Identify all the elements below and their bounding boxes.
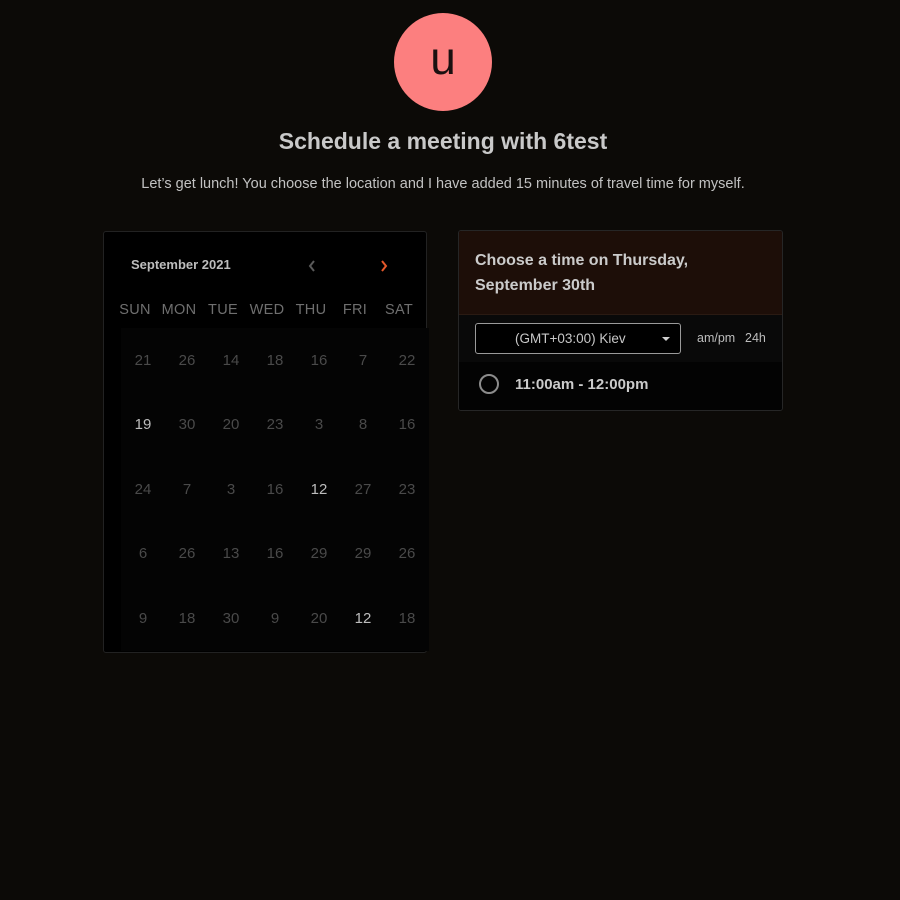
unavailable-day: 24: [121, 457, 165, 522]
unavailable-day: 7: [165, 457, 209, 522]
unavailable-day: 23: [385, 457, 429, 522]
24h-format-toggle[interactable]: 24h: [745, 331, 766, 345]
timezone-value: (GMT+03:00) Kiev: [515, 331, 626, 346]
weekday-label: TUE: [208, 302, 238, 318]
weekday-label: SAT: [384, 302, 414, 318]
unavailable-day: 26: [165, 521, 209, 586]
unavailable-day: 18: [385, 586, 429, 651]
previous-month-button[interactable]: [302, 256, 322, 276]
weekday-label: FRI: [342, 302, 368, 318]
unavailable-day: 30: [165, 392, 209, 457]
time-panel-header: Choose a time on Thursday, September 30t…: [459, 231, 782, 315]
unavailable-day: 29: [297, 521, 341, 586]
unavailable-day: 26: [165, 328, 209, 393]
available-day[interactable]: 12: [297, 457, 341, 522]
time-slot-radio[interactable]: [479, 374, 499, 394]
weekday-label: MON: [161, 302, 197, 318]
calendar-day-grid: 21 26 14 18 16 7 22 19 30 20 23 3 8 16 24 7 3 16 12 27 23 6 26…: [121, 328, 429, 651]
unavailable-day: 7: [341, 328, 385, 393]
unavailable-day: 16: [253, 521, 297, 586]
unavailable-day: 18: [165, 586, 209, 651]
unavailable-day: 27: [341, 457, 385, 522]
weekday-header-row: SUN MON TUE WED THU FRI SAT: [113, 302, 419, 318]
unavailable-day: 22: [385, 328, 429, 393]
available-day[interactable]: 19: [121, 392, 165, 457]
unavailable-day: 18: [253, 328, 297, 393]
next-month-button[interactable]: [374, 256, 394, 276]
avatar-letter: u: [430, 32, 456, 84]
unavailable-day: 13: [209, 521, 253, 586]
weekday-label: THU: [295, 302, 327, 318]
date-picker-calendar: September 2021 SUN MON TUE WED THU FRI SAT 21 2…: [103, 231, 429, 653]
unavailable-day: 20: [297, 586, 341, 651]
host-avatar: u: [394, 13, 492, 111]
unavailable-day: 26: [385, 521, 429, 586]
unavailable-day: 9: [253, 586, 297, 651]
unavailable-day: 14: [209, 328, 253, 393]
chevron-right-icon: [381, 260, 388, 272]
unavailable-day: 30: [209, 586, 253, 651]
unavailable-day: 16: [297, 328, 341, 393]
timezone-select[interactable]: (GMT+03:00) Kiev: [475, 323, 681, 354]
unavailable-day: 23: [253, 392, 297, 457]
calendar-month-label: September 2021: [131, 257, 231, 272]
unavailable-day: 9: [121, 586, 165, 651]
ampm-format-toggle[interactable]: am/pm: [697, 331, 735, 345]
unavailable-day: 29: [341, 521, 385, 586]
unavailable-day: 6: [121, 521, 165, 586]
unavailable-day: 16: [385, 392, 429, 457]
unavailable-day: 20: [209, 392, 253, 457]
time-slot-label: 11:00am - 12:00pm: [515, 376, 649, 393]
weekday-label: SUN: [119, 302, 151, 318]
unavailable-day: 21: [121, 328, 165, 393]
time-slot[interactable]: 11:00am - 12:00pm: [459, 362, 782, 410]
meeting-description: Let’s get lunch! You choose the location…: [141, 176, 745, 192]
caret-down-icon: [662, 337, 670, 341]
unavailable-day: 3: [297, 392, 341, 457]
unavailable-day: 3: [209, 457, 253, 522]
timezone-row: (GMT+03:00) Kiev am/pm 24h: [459, 315, 782, 362]
unavailable-day: 8: [341, 392, 385, 457]
unavailable-day: 16: [253, 457, 297, 522]
page-title: Schedule a meeting with 6test: [278, 128, 608, 154]
chevron-left-icon: [308, 260, 315, 272]
weekday-label: WED: [249, 302, 285, 318]
time-panel-heading: Choose a time on Thursday, September 30t…: [475, 252, 689, 294]
available-day[interactable]: 12: [341, 586, 385, 651]
time-selection-panel: Choose a time on Thursday, September 30t…: [458, 230, 783, 411]
